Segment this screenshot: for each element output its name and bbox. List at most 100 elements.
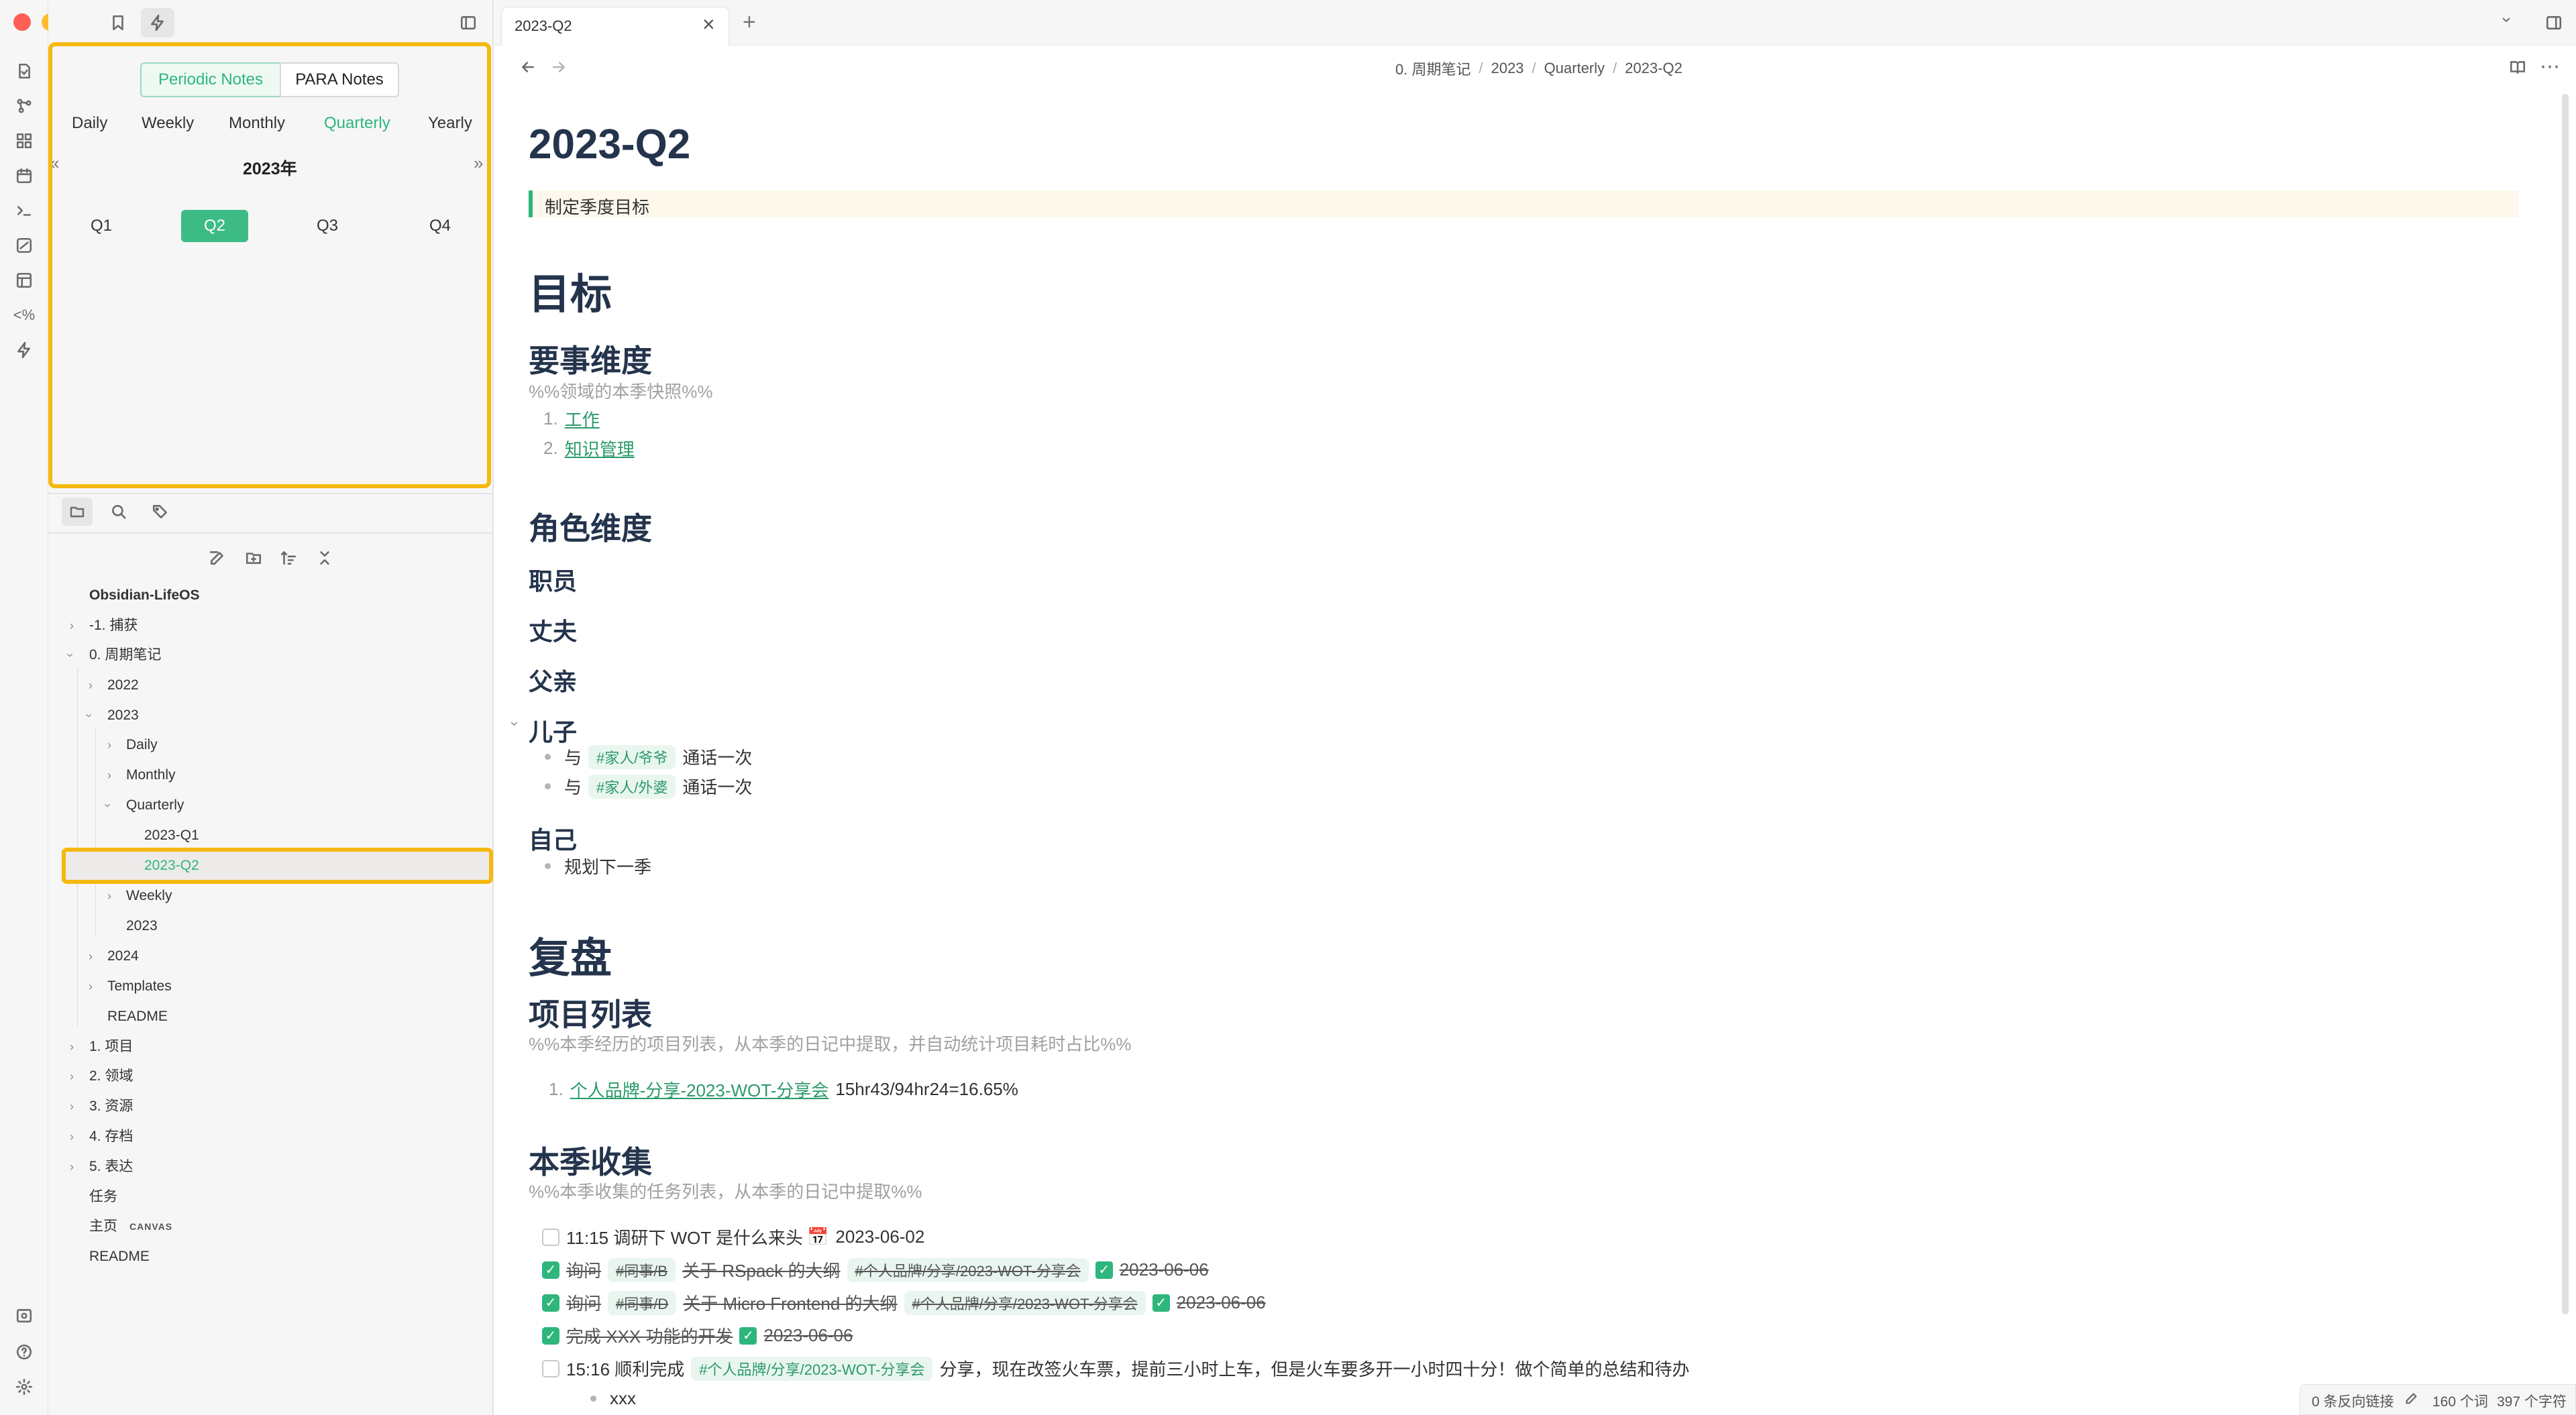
- fold-chevron-icon[interactable]: ›: [506, 721, 524, 726]
- chevron-right-icon[interactable]: ›: [70, 1093, 74, 1120]
- bullet: [545, 783, 551, 789]
- tree-item-readme-sub[interactable]: README: [107, 1003, 168, 1030]
- canvas-icon[interactable]: [11, 127, 38, 154]
- tag[interactable]: #家人/爷爷: [588, 744, 676, 769]
- tab-close-icon[interactable]: ×: [702, 12, 715, 37]
- tree-item-2023-note[interactable]: 2023: [126, 913, 158, 940]
- task-date: 2023-06-02: [835, 1227, 925, 1247]
- tag[interactable]: #同事/D: [608, 1290, 677, 1315]
- link-knowledge-mgmt[interactable]: 知识管理: [565, 436, 635, 461]
- tree-item-quarterly[interactable]: Quarterly: [126, 792, 184, 819]
- collapse-all-icon[interactable]: [310, 545, 339, 571]
- vault-name[interactable]: Obsidian-LifeOS: [89, 582, 200, 609]
- tag[interactable]: #个人品牌/分享/2023-WOT-分享会: [691, 1356, 933, 1381]
- tab-list-chevron-icon[interactable]: ›: [2497, 17, 2518, 23]
- chevron-down-icon[interactable]: ›: [76, 714, 103, 718]
- chevron-right-icon[interactable]: ›: [70, 1063, 74, 1090]
- tree-item-weekly[interactable]: Weekly: [126, 883, 172, 909]
- task-date: 2023-06-06: [1176, 1292, 1266, 1312]
- terminal-icon[interactable]: [11, 197, 38, 224]
- chevron-right-icon[interactable]: ›: [70, 1033, 74, 1060]
- sort-icon[interactable]: [274, 545, 303, 571]
- task-checkbox[interactable]: [542, 1359, 559, 1377]
- tree-item-2023[interactable]: 2023: [107, 702, 139, 729]
- settings-gear-icon[interactable]: [11, 1373, 38, 1400]
- chevron-right-icon[interactable]: ›: [70, 1153, 74, 1180]
- excalidraw-icon[interactable]: [11, 232, 38, 259]
- chevron-down-icon[interactable]: ›: [57, 653, 84, 657]
- chevron-right-icon[interactable]: ›: [70, 1123, 74, 1150]
- tree-item-tasks[interactable]: 任务: [89, 1184, 117, 1210]
- tags-icon[interactable]: [145, 498, 176, 526]
- tree-item-resources[interactable]: 3. 资源: [89, 1093, 133, 1120]
- task-checkbox[interactable]: [542, 1228, 559, 1246]
- bookmark-icon[interactable]: [103, 9, 133, 36]
- close-window-button[interactable]: [13, 13, 31, 31]
- graph-view-icon[interactable]: [11, 93, 38, 119]
- chevron-right-icon[interactable]: ›: [89, 943, 93, 970]
- breadcrumb-separator: /: [1532, 60, 1536, 76]
- tree-item-express[interactable]: 5. 表达: [89, 1153, 133, 1180]
- tree-item-daily[interactable]: Daily: [126, 732, 158, 758]
- tree-item-projects[interactable]: 1. 项目: [89, 1033, 133, 1060]
- tag[interactable]: #个人品牌/分享/2023-WOT-分享会: [904, 1290, 1146, 1315]
- new-note-icon[interactable]: [203, 545, 232, 571]
- breadcrumb-item[interactable]: 0. 周期笔记: [1395, 58, 1470, 79]
- list-number: 2.: [543, 438, 558, 458]
- file-explorer-icon[interactable]: [62, 498, 93, 526]
- tree-item-archive[interactable]: 4. 存档: [89, 1123, 133, 1150]
- lightning-icon[interactable]: [11, 337, 38, 363]
- tag[interactable]: #同事/B: [608, 1257, 676, 1282]
- link-project[interactable]: 个人品牌-分享-2023-WOT-分享会: [570, 1077, 829, 1102]
- more-options-icon[interactable]: ⋯: [2536, 54, 2563, 80]
- heading-review: 复盘: [529, 936, 612, 982]
- chevron-right-icon[interactable]: ›: [107, 732, 111, 758]
- scrollbar[interactable]: [2562, 94, 2569, 1314]
- chevron-right-icon[interactable]: ›: [107, 883, 111, 909]
- tag[interactable]: #家人/外婆: [588, 774, 676, 799]
- tag[interactable]: #个人品牌/分享/2023-WOT-分享会: [847, 1257, 1089, 1282]
- tree-item-readme[interactable]: README: [89, 1243, 150, 1270]
- new-tab-icon[interactable]: +: [743, 9, 756, 36]
- text: 与: [564, 748, 582, 768]
- tree-item-2022[interactable]: 2022: [107, 672, 139, 699]
- chevron-right-icon[interactable]: ›: [70, 612, 74, 639]
- task-checkbox-checked[interactable]: ✓: [542, 1294, 559, 1312]
- tree-item-capture[interactable]: -1. 捕获: [89, 612, 138, 639]
- lightning-tab-icon[interactable]: [141, 8, 174, 38]
- task-text: 15:16 顺利完成: [566, 1359, 685, 1379]
- calendar-icon[interactable]: [11, 162, 38, 189]
- chevron-right-icon[interactable]: ›: [89, 973, 93, 1000]
- backlinks-count[interactable]: 0 条反向链接: [2312, 1391, 2394, 1411]
- chevron-right-icon[interactable]: ›: [89, 672, 93, 699]
- tree-item-monthly[interactable]: Monthly: [126, 762, 176, 789]
- edit-mode-icon[interactable]: [2402, 1388, 2422, 1408]
- templater-icon[interactable]: <%: [11, 302, 38, 329]
- forward-arrow-icon[interactable]: [545, 54, 572, 80]
- back-arrow-icon[interactable]: [515, 54, 541, 80]
- tree-item-2024[interactable]: 2024: [107, 943, 139, 970]
- task-checkbox-checked[interactable]: ✓: [542, 1261, 559, 1279]
- search-icon[interactable]: [103, 498, 134, 526]
- tree-item-2023-q1[interactable]: 2023-Q1: [144, 822, 199, 849]
- tree-item-templates[interactable]: Templates: [107, 973, 172, 1000]
- new-folder-icon[interactable]: [239, 545, 268, 571]
- toggle-right-sidebar-icon[interactable]: [2539, 9, 2569, 36]
- toggle-sidebar-icon[interactable]: [453, 9, 483, 36]
- help-icon[interactable]: [11, 1339, 38, 1365]
- tree-item-areas[interactable]: 2. 领域: [89, 1063, 133, 1090]
- templates-icon[interactable]: [11, 267, 38, 294]
- open-vault-icon[interactable]: [11, 1302, 38, 1329]
- link-work[interactable]: 工作: [565, 406, 600, 431]
- tree-item-periodic[interactable]: 0. 周期笔记: [89, 642, 161, 669]
- reading-view-icon[interactable]: [2504, 54, 2531, 80]
- chevron-down-icon[interactable]: ›: [95, 803, 121, 807]
- breadcrumb-item[interactable]: Quarterly: [1544, 60, 1605, 77]
- breadcrumb-item[interactable]: 2023: [1491, 60, 1524, 77]
- bullet: [590, 1396, 596, 1402]
- tree-item-home[interactable]: 主页: [89, 1213, 117, 1240]
- open-quick-switcher-icon[interactable]: [11, 58, 38, 84]
- chevron-right-icon[interactable]: ›: [107, 762, 111, 789]
- task-checkbox-checked[interactable]: ✓: [542, 1326, 559, 1345]
- obsidian-window: <% Periodic Notes PARA Notes Daily Weekl…: [0, 0, 2576, 1415]
